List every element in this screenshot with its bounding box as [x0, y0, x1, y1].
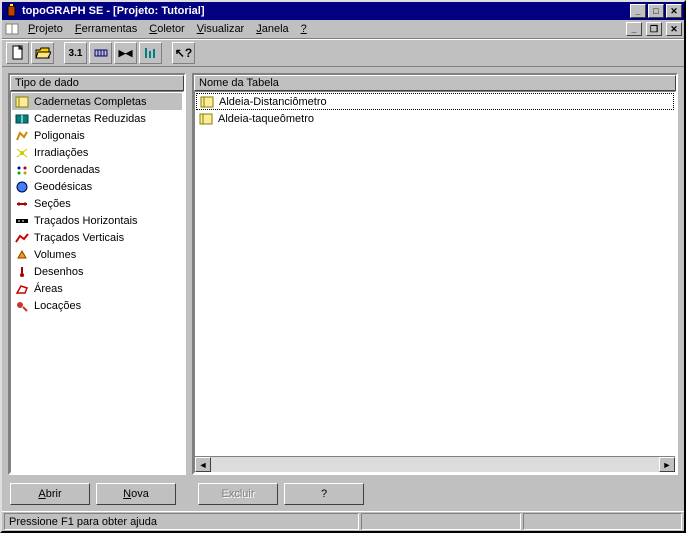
context-help-button[interactable]: ↖? [172, 42, 195, 64]
menu-coletor[interactable]: Coletor [143, 21, 190, 37]
mdi-minimize-button[interactable]: _ [626, 22, 642, 36]
menu-help[interactable]: ? [295, 21, 313, 37]
datatype-item[interactable]: Traçados Verticais [12, 229, 182, 246]
left-panel-header: Tipo de dado [10, 75, 184, 91]
minimize-button[interactable]: _ [630, 4, 646, 18]
right-panel-header: Nome da Tabela [194, 75, 676, 91]
notebook-small-icon [14, 112, 30, 126]
app-icon [4, 3, 20, 19]
status-cell-3 [523, 513, 682, 530]
table-label: Aldeia-taqueômetro [218, 113, 314, 125]
datatype-item[interactable]: Irradiações [12, 144, 182, 161]
datatype-label: Cadernetas Reduzidas [34, 113, 146, 125]
datatype-item[interactable]: Coordenadas [12, 161, 182, 178]
trace-v-icon [14, 231, 30, 245]
datatype-label: Desenhos [34, 266, 84, 278]
datatype-item[interactable]: Áreas [12, 280, 182, 297]
datatype-label: Locações [34, 300, 81, 312]
horizontal-scrollbar[interactable]: ◄ ► [195, 456, 675, 472]
book-icon [4, 21, 20, 37]
scroll-right-button[interactable]: ► [659, 457, 675, 472]
polygon-icon [14, 129, 30, 143]
table-list[interactable]: Aldeia-Distanciômetro Aldeia-taqueômetro… [194, 91, 676, 473]
datatype-list[interactable]: Cadernetas Completas Cadernetas Reduzida… [10, 91, 184, 473]
nova-button[interactable]: Nova [96, 483, 176, 505]
datatype-item[interactable]: Poligonais [12, 127, 182, 144]
datatype-item[interactable]: Seções [12, 195, 182, 212]
notebook-icon [199, 95, 215, 109]
close-button[interactable]: ✕ [666, 4, 682, 18]
tool-button-2[interactable]: ▶◀ [114, 42, 137, 64]
open-file-button[interactable] [31, 42, 54, 64]
tool-button-1[interactable] [89, 42, 112, 64]
volume-icon [14, 248, 30, 262]
notebook-icon [198, 112, 214, 126]
help-button[interactable]: ? [284, 483, 364, 505]
datatype-label: Cadernetas Completas [34, 96, 147, 108]
menu-visualizar[interactable]: Visualizar [191, 21, 251, 37]
datatype-label: Geodésicas [34, 181, 92, 193]
datatype-label: Seções [34, 198, 71, 210]
datatype-label: Áreas [34, 283, 63, 295]
status-cell-2 [361, 513, 521, 530]
statusbar: Pressione F1 para obter ajuda [2, 511, 684, 531]
mdi-restore-button[interactable]: ❐ [646, 22, 662, 36]
menu-janela[interactable]: Janela [250, 21, 294, 37]
mdi-controls: _ ❐ ✕ [624, 22, 682, 36]
globe-icon [14, 180, 30, 194]
datatype-label: Poligonais [34, 130, 85, 142]
window-title: topoGRAPH SE - [Projeto: Tutorial] [20, 5, 628, 17]
window-controls: _ □ ✕ [628, 4, 682, 18]
datatype-label: Traçados Verticais [34, 232, 124, 244]
toolbar: 3.1 ▶◀ ↖? [2, 39, 684, 67]
right-panel: Nome da Tabela Aldeia-Distanciômetro Ald… [192, 73, 678, 475]
scroll-left-button[interactable]: ◄ [195, 457, 211, 472]
table-item[interactable]: Aldeia-Distanciômetro [196, 93, 674, 110]
titlebar: topoGRAPH SE - [Projeto: Tutorial] _ □ ✕ [2, 2, 684, 20]
datatype-item[interactable]: Traçados Horizontais [12, 212, 182, 229]
drawing-icon [14, 265, 30, 279]
table-label: Aldeia-Distanciômetro [219, 96, 327, 108]
radiation-icon [14, 146, 30, 160]
datatype-item[interactable]: Cadernetas Completas [12, 93, 182, 110]
datatype-label: Irradiações [34, 147, 88, 159]
left-panel: Tipo de dado Cadernetas Completas Cadern… [8, 73, 186, 475]
area-icon [14, 282, 30, 296]
content-area: Tipo de dado Cadernetas Completas Cadern… [2, 67, 684, 477]
tool-button-3[interactable] [139, 42, 162, 64]
location-icon [14, 299, 30, 313]
excluir-button[interactable]: Excluir [198, 483, 278, 505]
datatype-item[interactable]: Geodésicas [12, 178, 182, 195]
datatype-item[interactable]: Cadernetas Reduzidas [12, 110, 182, 127]
datatype-label: Traçados Horizontais [34, 215, 138, 227]
notebook-icon [14, 95, 30, 109]
main-window: topoGRAPH SE - [Projeto: Tutorial] _ □ ✕… [0, 0, 686, 533]
trace-h-icon [14, 214, 30, 228]
abrir-button[interactable]: Abrir [10, 483, 90, 505]
datatype-label: Volumes [34, 249, 76, 261]
datatype-label: Coordenadas [34, 164, 100, 176]
mdi-close-button[interactable]: ✕ [666, 22, 682, 36]
datatype-item[interactable]: Volumes [12, 246, 182, 263]
button-row: Abrir Nova Excluir ? [2, 477, 684, 511]
new-file-button[interactable] [6, 42, 29, 64]
version-button[interactable]: 3.1 [64, 42, 87, 64]
section-icon [14, 197, 30, 211]
coords-icon [14, 163, 30, 177]
datatype-item[interactable]: Desenhos [12, 263, 182, 280]
maximize-button[interactable]: □ [648, 4, 664, 18]
menu-ferramentas[interactable]: Ferramentas [69, 21, 143, 37]
table-item[interactable]: Aldeia-taqueômetro [196, 110, 674, 127]
datatype-item[interactable]: Locações [12, 297, 182, 314]
menu-projeto[interactable]: Projeto [22, 21, 69, 37]
menubar: Projeto Ferramentas Coletor Visualizar J… [2, 20, 684, 39]
status-hint: Pressione F1 para obter ajuda [4, 513, 359, 530]
